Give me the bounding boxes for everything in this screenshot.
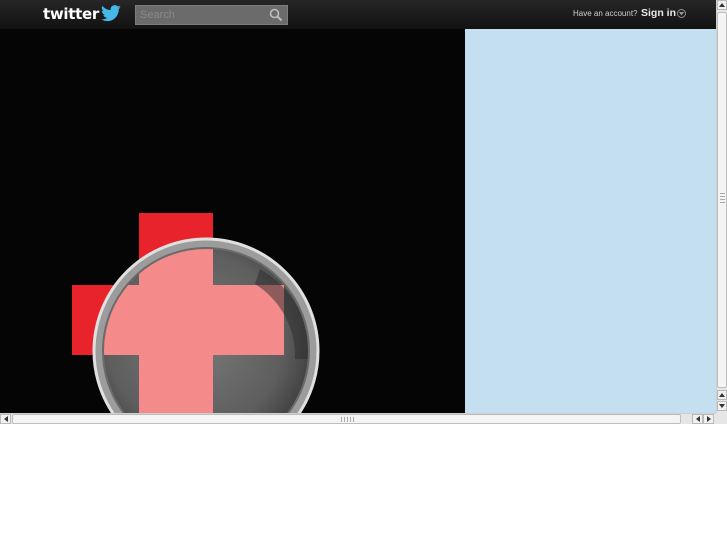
arrow-left-icon[interactable] — [0, 414, 11, 424]
logo-text: twitter — [43, 5, 99, 23]
background-image-panel — [0, 29, 465, 413]
top-bar: twitter Have an account? Sign in — [0, 0, 716, 29]
scrollbar-corner — [716, 413, 727, 424]
red-cross-magnifier-graphic — [72, 213, 320, 413]
search-input[interactable] — [136, 6, 272, 24]
search-icon[interactable] — [269, 8, 283, 22]
search-box — [135, 5, 288, 25]
arrow-left-icon[interactable] — [692, 414, 703, 424]
arrow-up-icon[interactable] — [717, 390, 727, 400]
twitter-logo[interactable]: twitter — [43, 4, 122, 24]
have-account-text: Have an account? — [573, 9, 638, 18]
twitter-bird-icon — [100, 5, 121, 22]
vertical-scrollbar[interactable] — [716, 0, 727, 413]
horizontal-scrollbar[interactable] — [0, 413, 716, 424]
chevron-down-icon[interactable] — [677, 9, 686, 18]
sign-in-link[interactable]: Sign in — [641, 7, 676, 19]
page-viewport — [0, 29, 716, 413]
vertical-scroll-thumb[interactable] — [717, 12, 727, 388]
arrow-up-icon[interactable] — [717, 0, 727, 10]
arrow-right-icon[interactable] — [703, 414, 714, 424]
sidebar-panel — [465, 29, 716, 413]
horizontal-scroll-thumb[interactable] — [12, 414, 681, 424]
arrow-down-icon[interactable] — [717, 401, 727, 411]
